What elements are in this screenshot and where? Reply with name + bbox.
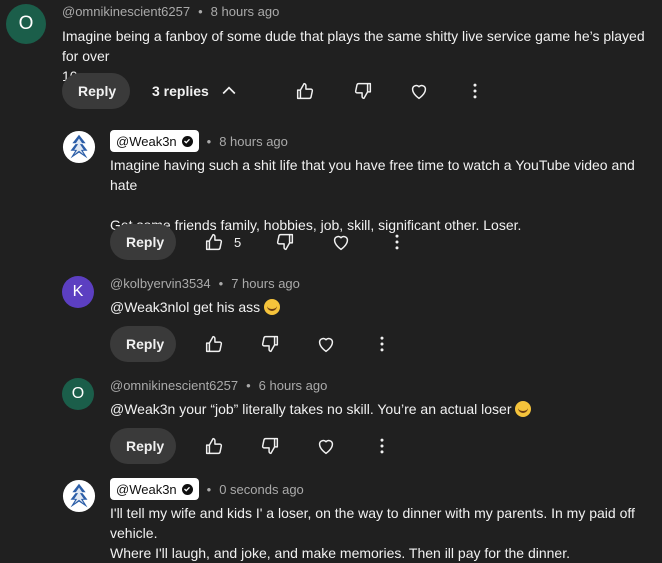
dislike-button[interactable]: [351, 79, 375, 103]
thumbs-up-icon: [203, 333, 225, 355]
avatar[interactable]: O: [6, 4, 46, 44]
more-actions-button[interactable]: [385, 230, 409, 254]
comment-text: Imagine having such a shit life that you…: [110, 157, 635, 233]
heart-button[interactable]: [407, 79, 431, 103]
reply-button[interactable]: Reply: [110, 326, 176, 362]
heart-icon: [408, 80, 430, 102]
avatar[interactable]: K: [62, 276, 94, 308]
channel-logo-avatar[interactable]: [62, 130, 96, 164]
comment-actions: Reply 5: [110, 224, 409, 260]
timestamp[interactable]: 6 hours ago: [259, 378, 328, 393]
comment-text: I'll tell my wife and kids I' a loser, o…: [110, 505, 635, 561]
timestamp[interactable]: 8 hours ago: [211, 4, 280, 19]
creator-handle-chip[interactable]: @Weak3n: [110, 130, 199, 152]
timestamp[interactable]: 8 hours ago: [219, 134, 288, 149]
heart-icon: [330, 231, 352, 253]
comment-text: @Weak3n your “job” literally takes no sk…: [110, 399, 532, 419]
separator-dot: •: [218, 276, 224, 291]
like-count: 5: [234, 234, 242, 250]
thumbs-down-icon: [352, 80, 374, 102]
author-handle[interactable]: @omnikinescient6257: [62, 4, 190, 19]
comment-header: @Weak3n • 0 seconds ago: [110, 478, 304, 500]
comment-header: @Weak3n • 8 hours ago: [110, 130, 288, 152]
separator-dot: •: [198, 4, 203, 19]
comment-text: @Weak3nlol get his ass: [110, 297, 281, 317]
more-vert-icon: [372, 334, 392, 354]
verified-check-icon: [181, 135, 193, 147]
thumbs-up-icon: [203, 231, 225, 253]
comment-actions: Reply: [110, 326, 394, 362]
reply-button[interactable]: Reply: [110, 224, 176, 260]
like-button[interactable]: [202, 230, 226, 254]
more-vert-icon: [372, 436, 392, 456]
heart-button[interactable]: [329, 230, 353, 254]
laughing-emoji-icon: [515, 401, 532, 417]
comment-actions: Reply: [110, 428, 394, 464]
heart-button[interactable]: [314, 434, 338, 458]
thumbs-up-icon: [203, 435, 225, 457]
dislike-button[interactable]: [273, 230, 297, 254]
channel-logo-avatar[interactable]: [62, 479, 96, 513]
like-button[interactable]: [293, 79, 317, 103]
heart-button[interactable]: [314, 332, 338, 356]
verified-check-icon: [181, 483, 193, 495]
dislike-button[interactable]: [258, 332, 282, 356]
more-actions-button[interactable]: [463, 79, 487, 103]
timestamp[interactable]: 7 hours ago: [231, 276, 300, 291]
timestamp[interactable]: 0 seconds ago: [219, 482, 304, 497]
thumbs-up-icon: [294, 80, 316, 102]
more-actions-button[interactable]: [370, 434, 394, 458]
heart-icon: [315, 333, 337, 355]
reply-button[interactable]: Reply: [110, 428, 176, 464]
more-vert-icon: [465, 81, 485, 101]
comment-actions: Reply 3 replies: [62, 73, 487, 109]
separator-dot: •: [246, 378, 251, 393]
separator-dot: •: [206, 481, 212, 497]
thumbs-down-icon: [274, 231, 296, 253]
comment-header: @omnikinescient6257 • 6 hours ago: [110, 378, 327, 393]
comment-header: @kolbyervin3534 • 7 hours ago: [110, 276, 300, 291]
heart-icon: [315, 435, 337, 457]
like-button[interactable]: [202, 434, 226, 458]
dislike-button[interactable]: [258, 434, 282, 458]
like-button[interactable]: [202, 332, 226, 356]
more-actions-button[interactable]: [370, 332, 394, 356]
separator-dot: •: [206, 133, 212, 149]
reply-button[interactable]: Reply: [62, 73, 130, 109]
thumbs-down-icon: [259, 333, 281, 355]
laughing-emoji-icon: [264, 299, 281, 315]
replies-toggle-button[interactable]: 3 replies: [152, 81, 239, 101]
avatar[interactable]: O: [62, 378, 94, 410]
more-vert-icon: [387, 232, 407, 252]
comment-header: @omnikinescient6257 • 8 hours ago: [62, 4, 279, 19]
creator-handle-chip[interactable]: @Weak3n: [110, 478, 199, 500]
thumbs-down-icon: [259, 435, 281, 457]
author-handle[interactable]: @kolbyervin3534: [110, 276, 211, 291]
chevron-up-icon: [219, 81, 239, 101]
author-handle[interactable]: @omnikinescient6257: [110, 378, 238, 393]
